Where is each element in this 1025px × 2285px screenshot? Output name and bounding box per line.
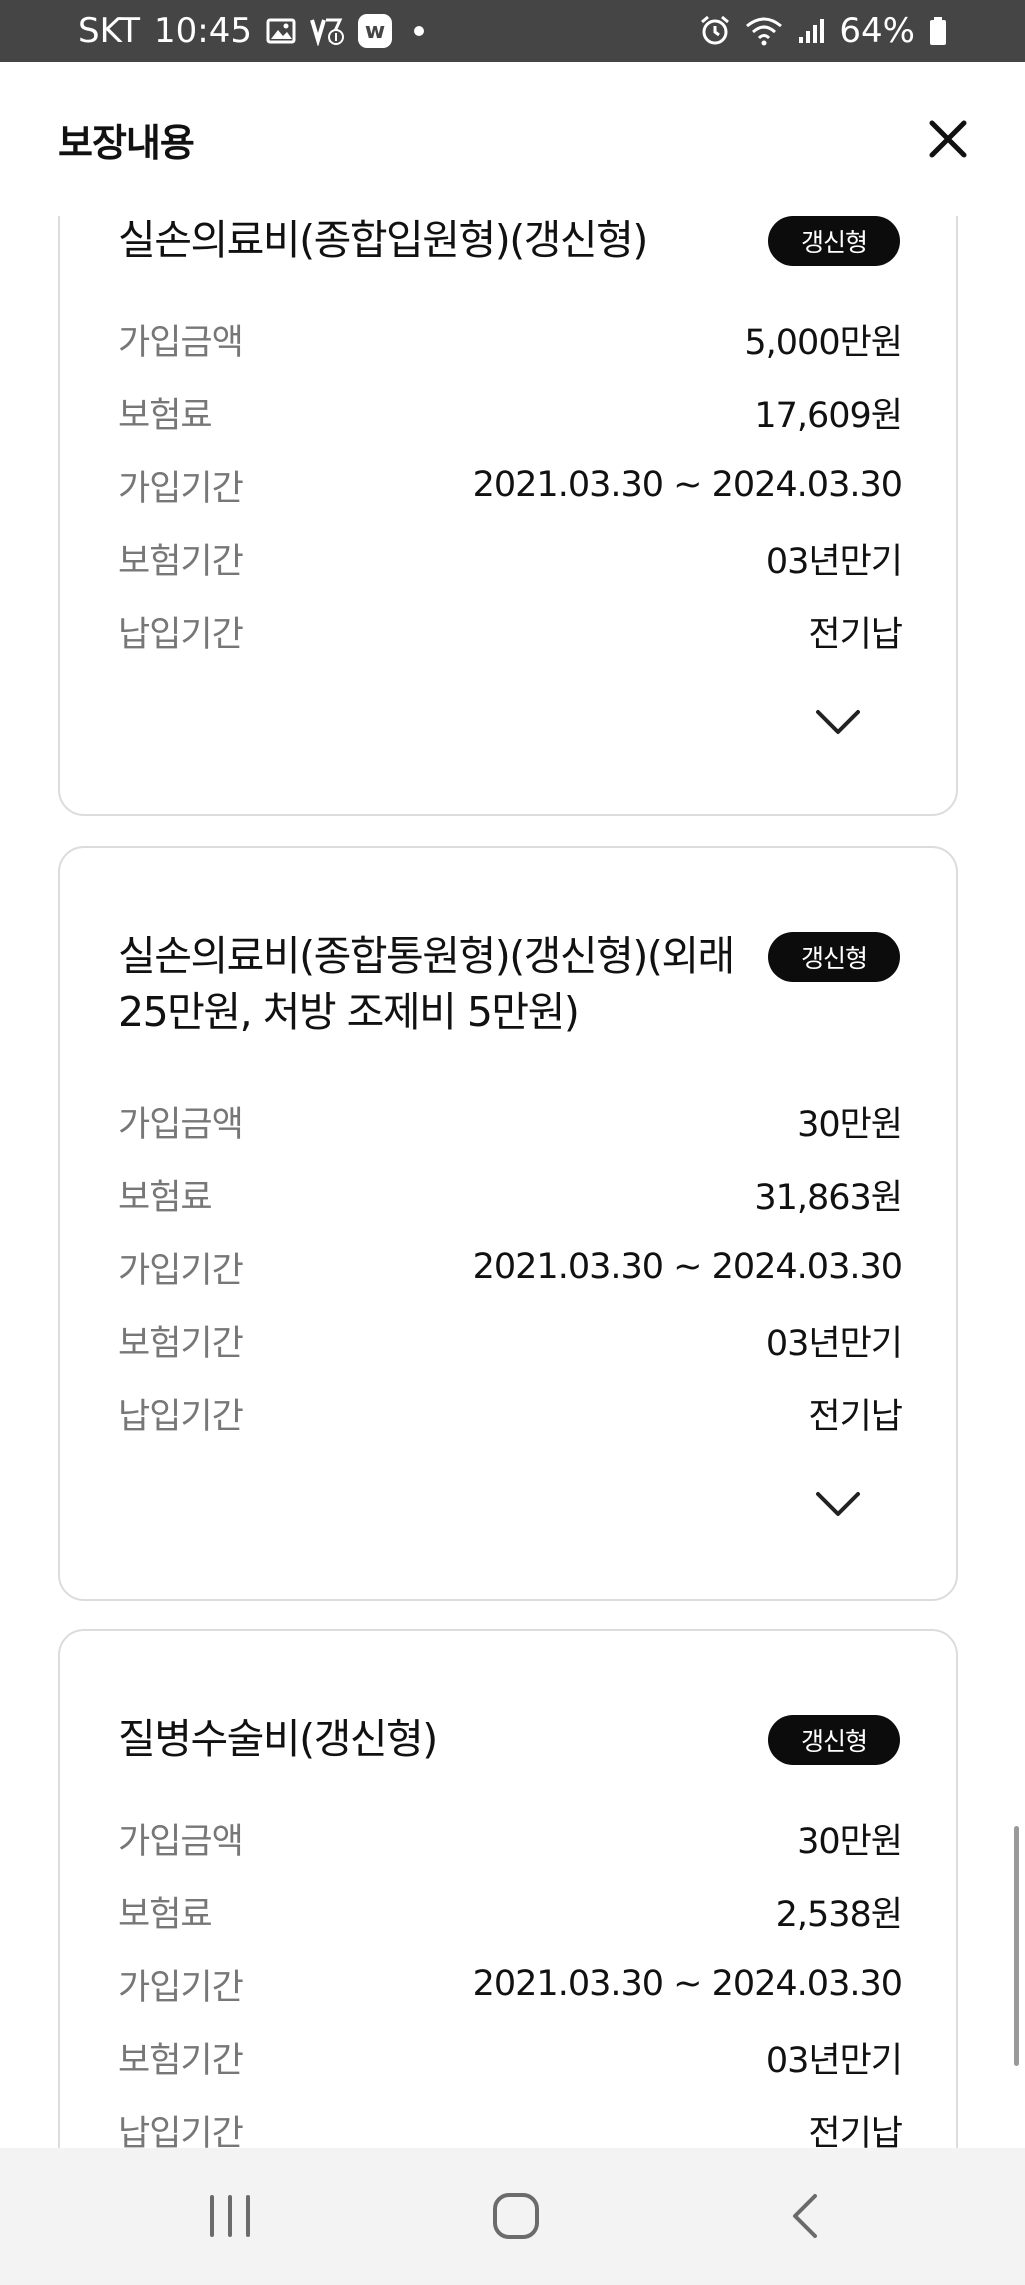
row-value: 2,538원 bbox=[775, 1894, 903, 1935]
row-label: 보험기간 bbox=[118, 541, 244, 582]
row-value: 전기납 bbox=[808, 614, 903, 655]
chevron-down-icon bbox=[816, 1492, 860, 1516]
row-label: 보험료 bbox=[118, 395, 213, 436]
row-value: 30만원 bbox=[797, 1104, 903, 1145]
back-icon bbox=[793, 2194, 817, 2238]
row-value: 03년만기 bbox=[765, 2040, 903, 2081]
info-row-enrollment-period: 가입기간 2021.03.30 ~ 2024.03.30 bbox=[118, 1242, 903, 1292]
info-row-insurance-period: 보험기간 03년만기 bbox=[118, 533, 903, 583]
row-value: 2021.03.30 ~ 2024.03.30 bbox=[472, 465, 903, 505]
info-row-enrollment-period: 가입기간 2021.03.30 ~ 2024.03.30 bbox=[118, 1959, 903, 2009]
recent-apps-button[interactable] bbox=[190, 2184, 270, 2248]
row-label: 가입기간 bbox=[118, 468, 244, 509]
scrollbar-thumb[interactable] bbox=[1014, 1826, 1019, 2066]
row-value: 31,863원 bbox=[754, 1177, 903, 1218]
info-row-amount: 가입금액 30만원 bbox=[118, 1813, 903, 1863]
recent-apps-icon bbox=[210, 2195, 250, 2237]
info-row-amount: 가입금액 5,000만원 bbox=[118, 314, 903, 364]
row-value: 30만원 bbox=[797, 1821, 903, 1862]
info-row-insurance-period: 보험기간 03년만기 bbox=[118, 2032, 903, 2082]
info-row-premium: 보험료 31,863원 bbox=[118, 1169, 903, 1219]
info-row-enrollment-period: 가입기간 2021.03.30 ~ 2024.03.30 bbox=[118, 460, 903, 510]
coverage-card: 질병수술비(갱신형) 갱신형 가입금액 30만원 보험료 2,538원 가입기간… bbox=[58, 1629, 958, 2148]
row-label: 보험료 bbox=[118, 1177, 213, 1218]
carrier-label: SKT bbox=[78, 11, 141, 51]
row-label: 보험료 bbox=[118, 1894, 213, 1935]
row-value: 2021.03.30 ~ 2024.03.30 bbox=[472, 1964, 903, 2004]
status-left: SKT 10:45 w bbox=[78, 11, 424, 51]
row-label: 가입기간 bbox=[118, 1250, 244, 1291]
coverage-title: 질병수술비(갱신형) bbox=[118, 1715, 438, 1763]
coverage-title: 실손의료비(종합통원형)(갱신형)(외래25만원, 처방 조제비 5만원) bbox=[118, 932, 735, 1036]
renewable-badge: 갱신형 bbox=[768, 1715, 900, 1765]
row-value: 03년만기 bbox=[765, 541, 903, 582]
coverage-list[interactable]: 실손의료비(종합입원형)(갱신형) 갱신형 가입금액 5,000만원 보험료 1… bbox=[0, 216, 1025, 2148]
row-label: 납입기간 bbox=[118, 614, 244, 655]
renewable-badge: 갱신형 bbox=[768, 216, 900, 266]
row-label: 가입금액 bbox=[118, 322, 244, 363]
w-app-notification-icon: w bbox=[358, 14, 392, 48]
page-title: 보장내용 bbox=[58, 121, 195, 165]
status-time: 10:45 bbox=[154, 11, 252, 51]
alarm-icon bbox=[699, 15, 731, 47]
home-icon bbox=[493, 2193, 539, 2239]
gallery-notification-icon bbox=[266, 17, 296, 45]
row-value: 2021.03.30 ~ 2024.03.30 bbox=[472, 1247, 903, 1287]
row-label: 가입금액 bbox=[118, 1821, 244, 1862]
expand-button[interactable] bbox=[810, 1484, 866, 1524]
expand-button[interactable] bbox=[810, 702, 866, 742]
battery-icon bbox=[929, 16, 947, 46]
more-notifications-dot-icon bbox=[414, 26, 424, 36]
status-bar: SKT 10:45 w 64% bbox=[0, 0, 1025, 62]
header: 보장내용 bbox=[0, 62, 1025, 216]
row-label: 가입금액 bbox=[118, 1104, 244, 1145]
coverage-title: 실손의료비(종합입원형)(갱신형) bbox=[118, 216, 648, 264]
chevron-down-icon bbox=[816, 710, 860, 734]
close-icon bbox=[929, 120, 967, 158]
row-label: 보험기간 bbox=[118, 2040, 244, 2081]
row-label: 보험기간 bbox=[118, 1323, 244, 1364]
home-button[interactable] bbox=[476, 2184, 556, 2248]
volte-icon bbox=[310, 16, 344, 46]
row-value: 전기납 bbox=[808, 2113, 903, 2149]
info-row-payment-period: 납입기간 전기납 bbox=[118, 2105, 903, 2149]
info-row-insurance-period: 보험기간 03년만기 bbox=[118, 1315, 903, 1365]
row-value: 5,000만원 bbox=[744, 322, 903, 363]
renewable-badge: 갱신형 bbox=[768, 932, 900, 982]
info-row-premium: 보험료 2,538원 bbox=[118, 1886, 903, 1936]
row-label: 납입기간 bbox=[118, 1396, 244, 1437]
coverage-card: 실손의료비(종합입원형)(갱신형) 갱신형 가입금액 5,000만원 보험료 1… bbox=[58, 216, 958, 816]
info-row-payment-period: 납입기간 전기납 bbox=[118, 1388, 903, 1438]
info-row-payment-period: 납입기간 전기납 bbox=[118, 606, 903, 656]
back-button[interactable] bbox=[764, 2184, 844, 2248]
info-row-amount: 가입금액 30만원 bbox=[118, 1096, 903, 1146]
signal-icon bbox=[797, 17, 825, 45]
wifi-icon bbox=[745, 16, 783, 46]
status-right: 64% bbox=[699, 11, 947, 51]
row-value: 03년만기 bbox=[765, 1323, 903, 1364]
close-button[interactable] bbox=[921, 112, 975, 166]
system-nav-bar bbox=[0, 2148, 1025, 2285]
info-row-premium: 보험료 17,609원 bbox=[118, 387, 903, 437]
battery-percent: 64% bbox=[839, 11, 915, 51]
row-label: 가입기간 bbox=[118, 1967, 244, 2008]
row-label: 납입기간 bbox=[118, 2113, 244, 2149]
coverage-card: 실손의료비(종합통원형)(갱신형)(외래25만원, 처방 조제비 5만원) 갱신… bbox=[58, 846, 958, 1601]
row-value: 17,609원 bbox=[754, 395, 903, 436]
row-value: 전기납 bbox=[808, 1396, 903, 1437]
